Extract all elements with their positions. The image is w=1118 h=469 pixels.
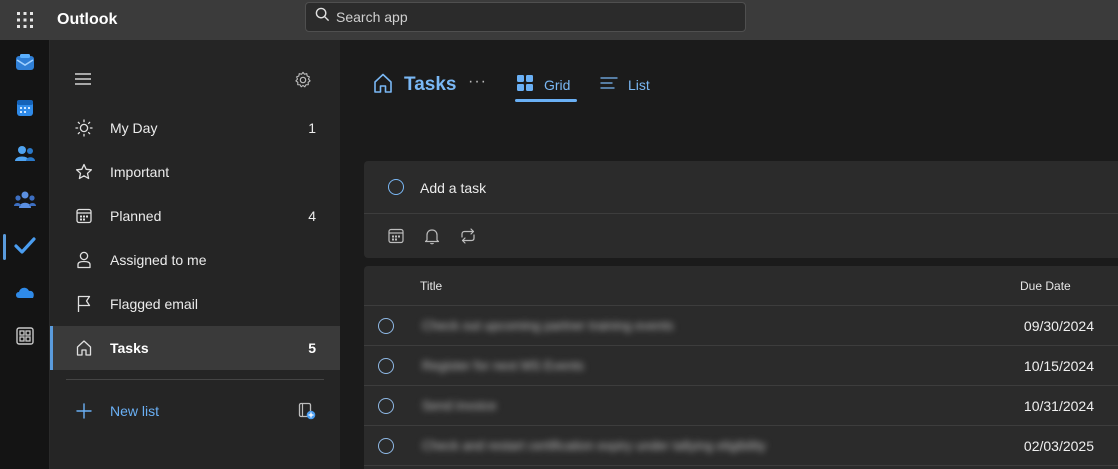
add-task-input[interactable]: Add a task [364,161,1118,214]
nav-item-count: 5 [308,340,316,356]
home-icon [372,72,394,99]
new-list-button[interactable]: New list [50,389,340,433]
mail-icon[interactable] [0,43,50,83]
table-row[interactable]: Check and restart certification expiry u… [364,426,1118,466]
new-group-icon[interactable] [298,402,316,425]
add-task-toolbar [364,214,1118,258]
navigation-pane: My Day 1 Important Planned 4 Assigned to… [50,40,340,469]
add-task-circle-icon [388,179,404,195]
bell-reminder-icon[interactable] [422,226,442,246]
top-bar: Outlook Search app [0,0,1118,40]
flag-icon [74,294,94,314]
complete-task-checkbox[interactable] [378,438,394,454]
nav-item-assigned-to-me[interactable]: Assigned to me [50,238,340,282]
home-icon [74,338,94,358]
complete-task-checkbox[interactable] [378,358,394,374]
search-placeholder: Search app [336,9,408,25]
tab-label: Grid [544,77,571,93]
nav-item-count: 4 [308,208,316,224]
nav-item-tasks[interactable]: Tasks 5 [50,326,340,370]
todo-check-icon[interactable] [0,226,50,266]
tab-label: List [628,77,650,93]
person-icon [74,250,94,270]
search-icon [315,7,330,27]
grid-view-icon [516,74,534,97]
nav-item-label: My Day [110,120,158,136]
new-list-label: New list [110,403,160,419]
app-title[interactable]: Outlook [57,11,117,29]
people-icon[interactable] [0,134,50,174]
table-row[interactable]: Register for next MS Events 10/15/2024 [364,346,1118,386]
nav-item-important[interactable]: Important [50,150,340,194]
calendar-grid-icon [74,206,94,226]
complete-task-checkbox[interactable] [378,318,394,334]
app-rail [0,40,50,469]
nav-divider [66,379,324,380]
column-header-due-date[interactable]: Due Date [1020,266,1071,306]
task-due-date: 02/03/2025 [1023,438,1094,454]
task-title: Check out upcoming partner training even… [422,318,674,333]
table-row[interactable]: Check out upcoming partner training even… [364,306,1118,346]
onedrive-cloud-icon[interactable] [0,272,50,312]
nav-item-count: 1 [308,120,316,136]
tab-list-view[interactable]: List [600,70,650,100]
due-date-icon[interactable] [386,226,406,246]
add-task-card: Add a task [364,161,1118,258]
more-options-button[interactable]: ··· [468,73,487,91]
nav-item-label: Tasks [110,340,149,356]
list-view-icon [600,75,618,96]
nav-header [50,60,340,100]
task-title: Check and restart certification expiry u… [422,438,766,453]
table-row[interactable]: Send invoice 10/31/2024 [364,386,1118,426]
nav-item-label: Planned [110,208,162,224]
list-header: Tasks ··· Grid List [340,40,1118,130]
task-title: Send invoice [422,398,497,413]
hamburger-menu-icon[interactable] [74,72,92,91]
complete-task-checkbox[interactable] [378,398,394,414]
sun-icon [74,118,94,138]
page-title: Tasks [404,74,457,95]
task-table: Title Due Date Check out upcoming partne… [364,266,1118,469]
star-icon [74,162,94,182]
search-input[interactable]: Search app [305,2,746,32]
nav-item-label: Flagged email [110,296,198,312]
app-launcher-icon[interactable] [0,0,50,40]
plus-icon [74,401,94,421]
tab-grid-view[interactable]: Grid [514,70,578,102]
nav-item-my-day[interactable]: My Day 1 [50,106,340,150]
task-due-date: 09/30/2024 [1023,318,1094,334]
task-due-date: 10/31/2024 [1023,398,1094,414]
repeat-icon[interactable] [458,226,478,246]
nav-item-label: Assigned to me [110,252,207,268]
add-task-label: Add a task [420,180,487,196]
nav-item-label: Important [110,164,170,180]
task-due-date: 10/15/2024 [1023,358,1094,374]
nav-item-flagged-email[interactable]: Flagged email [50,282,340,326]
task-title: Register for next MS Events [422,358,584,373]
main-content: Tasks ··· Grid List Add a task Title Due… [340,40,1118,469]
nav-item-planned[interactable]: Planned 4 [50,194,340,238]
column-header-title[interactable]: Title [420,266,442,306]
teams-icon[interactable] [0,180,50,220]
apps-grid-icon[interactable] [0,316,50,356]
gear-icon[interactable] [294,71,312,94]
calendar-icon[interactable] [0,88,50,128]
